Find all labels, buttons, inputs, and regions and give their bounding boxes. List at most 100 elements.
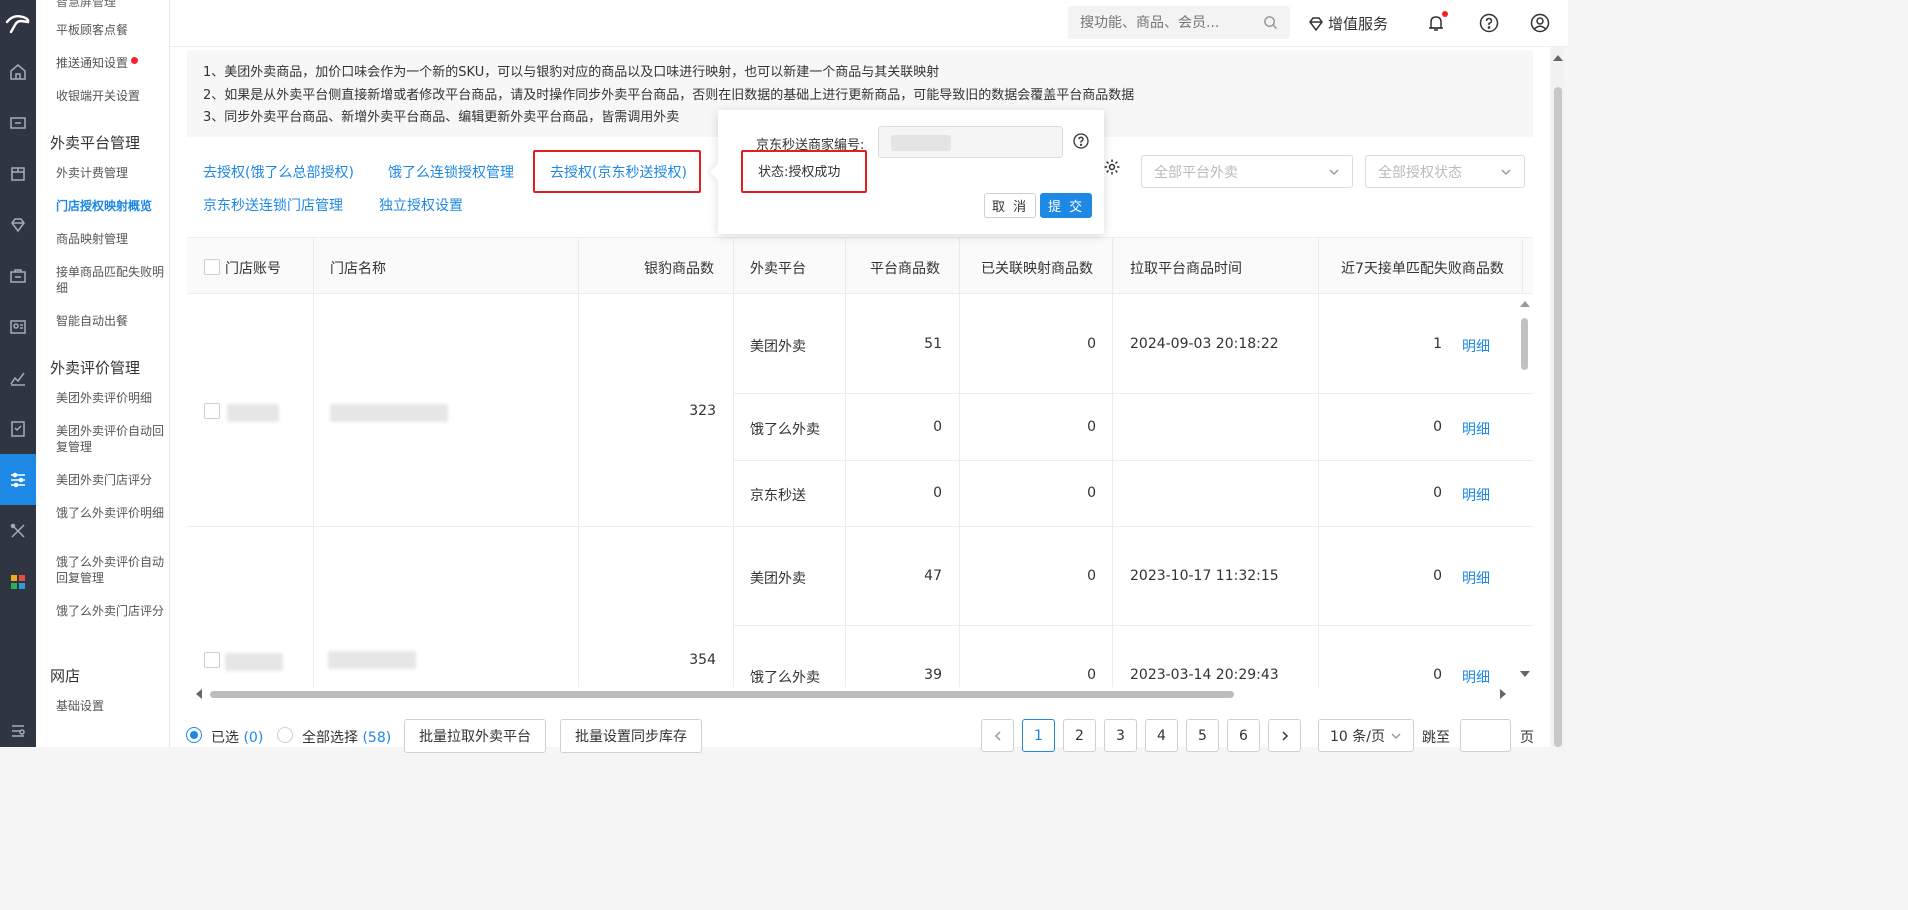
product-count-cell: 354 xyxy=(689,652,716,668)
select-all-radio[interactable] xyxy=(277,727,293,743)
search-icon[interactable] xyxy=(1263,15,1278,30)
scroll-up-arrow-icon[interactable] xyxy=(1553,55,1563,61)
help-icon[interactable] xyxy=(1479,13,1499,33)
page-button-5[interactable]: 5 xyxy=(1186,719,1219,752)
bell-icon[interactable] xyxy=(1426,11,1448,33)
col-product-count: 银豹商品数 xyxy=(644,261,714,277)
submenu-item-push-notify[interactable]: 推送通知设置 xyxy=(56,55,164,71)
notice-line-1: 1、美团外卖商品，加价口味会作为一个新的SKU，可以与银豹对应的商品以及口味进行… xyxy=(203,65,940,80)
marketing-icon[interactable] xyxy=(0,250,36,301)
page-button-6[interactable]: 6 xyxy=(1227,719,1260,752)
batch-pull-button[interactable]: 批量拉取外卖平台 xyxy=(404,719,546,753)
chevron-right-icon xyxy=(1281,730,1288,741)
tools-icon[interactable] xyxy=(0,505,36,556)
submenu-item-eleme-auto-reply[interactable]: 饿了么外卖评价自动回复管理 xyxy=(56,554,164,586)
table-horizontal-scrollbar[interactable] xyxy=(196,688,1508,700)
member-diamond-icon[interactable] xyxy=(0,199,36,250)
cashier-icon[interactable] xyxy=(0,97,36,148)
apps-grid-icon[interactable] xyxy=(0,556,36,607)
detail-link[interactable]: 明细 xyxy=(1462,336,1490,356)
submenu-item-auto-serve[interactable]: 智能自动出餐 xyxy=(56,313,164,329)
submenu-item-takeout-fee[interactable]: 外卖计费管理 xyxy=(56,165,164,181)
submenu-item-tablet-order[interactable]: 平板顾客点餐 xyxy=(56,22,164,38)
chevron-down-icon xyxy=(1501,168,1511,175)
page-button-4[interactable]: 4 xyxy=(1145,719,1178,752)
col-divider xyxy=(845,238,846,687)
chevron-down-icon xyxy=(1391,732,1401,739)
submenu-item-mt-auto-reply[interactable]: 美团外卖评价自动回复管理 xyxy=(56,423,164,455)
search-input[interactable] xyxy=(1080,14,1263,31)
submenu-item-match-fail[interactable]: 接单商品匹配失败明细 xyxy=(56,264,164,296)
scroll-left-arrow-icon[interactable] xyxy=(196,689,202,699)
user-avatar-icon[interactable] xyxy=(1530,13,1550,33)
next-page-button[interactable] xyxy=(1268,719,1301,752)
jd-chain-store-link[interactable]: 京东秒送连锁门店管理 xyxy=(203,195,343,215)
select-all-checkbox[interactable] xyxy=(204,259,220,275)
platform-filter-select[interactable]: 全部平台外卖 xyxy=(1141,155,1353,188)
redacted-store-account xyxy=(227,404,279,422)
detail-link[interactable]: 明细 xyxy=(1462,667,1490,687)
page-button-3[interactable]: 3 xyxy=(1104,719,1137,752)
batch-stock-button[interactable]: 批量设置同步库存 xyxy=(560,719,702,753)
independent-auth-link[interactable]: 独立授权设置 xyxy=(379,195,463,215)
eleme-hq-auth-link[interactable]: 去授权(饿了么总部授权) xyxy=(203,162,354,182)
settings-sliders-icon[interactable] xyxy=(0,454,36,505)
staff-card-icon[interactable] xyxy=(0,301,36,352)
select-all-text: 全部选择 xyxy=(302,730,358,746)
report-chart-icon[interactable] xyxy=(0,352,36,403)
selected-radio[interactable] xyxy=(186,727,202,743)
home-icon[interactable] xyxy=(0,46,36,97)
table-vertical-scrollbar[interactable] xyxy=(1518,298,1530,683)
scroll-up-arrow-icon[interactable] xyxy=(1520,301,1530,307)
global-search[interactable] xyxy=(1068,6,1290,39)
jump-page-input[interactable] xyxy=(1460,719,1511,752)
row-divider xyxy=(733,460,1533,461)
scroll-right-arrow-icon[interactable] xyxy=(1500,689,1506,699)
scrollbar-thumb[interactable] xyxy=(210,691,1234,698)
chevron-down-icon xyxy=(1329,168,1339,175)
page-size-value: 10 条/页 xyxy=(1330,728,1385,745)
scrollbar-thumb[interactable] xyxy=(1554,87,1562,747)
submenu-item-product-mapping[interactable]: 商品映射管理 xyxy=(56,231,164,247)
page-size-select[interactable]: 10 条/页 xyxy=(1318,719,1414,752)
submit-button[interactable]: 提 交 xyxy=(1040,193,1093,218)
scroll-down-arrow-icon[interactable] xyxy=(1520,671,1530,677)
row-checkbox[interactable] xyxy=(204,652,220,668)
help-icon[interactable] xyxy=(1073,133,1089,149)
platform-cell: 美团外卖 xyxy=(750,339,806,355)
submenu-item-basic-settings[interactable]: 基础设置 xyxy=(56,698,164,714)
row-checkbox[interactable] xyxy=(204,403,220,419)
value-added-services-button[interactable]: 增值服务 xyxy=(1308,13,1388,34)
page-vertical-scrollbar[interactable] xyxy=(1552,47,1564,747)
fail-count-cell: 0 xyxy=(1433,667,1442,683)
submenu-item-cashier-switch[interactable]: 收银端开关设置 xyxy=(56,88,164,104)
platform-count-cell: 47 xyxy=(924,568,942,584)
col-store-account: 门店账号 xyxy=(225,261,281,277)
submenu-item-eleme-review[interactable]: 饿了么外卖评价明细 xyxy=(56,505,164,521)
prev-page-button[interactable] xyxy=(981,719,1014,752)
page-button-2[interactable]: 2 xyxy=(1063,719,1096,752)
submenu-item-mt-review[interactable]: 美团外卖评价明细 xyxy=(56,390,164,406)
settings-gear-icon[interactable] xyxy=(1103,158,1127,182)
detail-link[interactable]: 明细 xyxy=(1462,568,1490,588)
submenu-item-store-auth[interactable]: 门店授权映射概览 xyxy=(56,198,164,214)
eleme-chain-auth-link[interactable]: 饿了么连锁授权管理 xyxy=(388,162,514,182)
page-button-1[interactable]: 1 xyxy=(1022,719,1055,752)
submenu-item-eleme-score[interactable]: 饿了么外卖门店评分 xyxy=(56,603,164,619)
submenu: 智慧屏管理 平板顾客点餐 推送通知设置 收银端开关设置 外卖平台管理 外卖计费管… xyxy=(36,0,170,747)
select-all-count: (58) xyxy=(362,730,392,746)
collapse-menu-icon[interactable] xyxy=(0,723,36,739)
col-divider xyxy=(733,238,734,687)
merchant-id-input[interactable] xyxy=(878,126,1063,158)
detail-link[interactable]: 明细 xyxy=(1462,485,1490,505)
document-icon[interactable] xyxy=(0,403,36,454)
auth-status-filter-select[interactable]: 全部授权状态 xyxy=(1365,155,1525,188)
brand-logo-icon[interactable] xyxy=(0,0,36,46)
submenu-item-mt-score[interactable]: 美团外卖门店评分 xyxy=(56,472,164,488)
submenu-item-cut[interactable]: 智慧屏管理 xyxy=(56,0,164,10)
detail-link[interactable]: 明细 xyxy=(1462,419,1490,439)
cancel-button[interactable]: 取 消 xyxy=(984,193,1037,218)
fail-count-cell: 0 xyxy=(1433,485,1442,501)
scrollbar-thumb[interactable] xyxy=(1521,318,1528,370)
product-box-icon[interactable] xyxy=(0,148,36,199)
